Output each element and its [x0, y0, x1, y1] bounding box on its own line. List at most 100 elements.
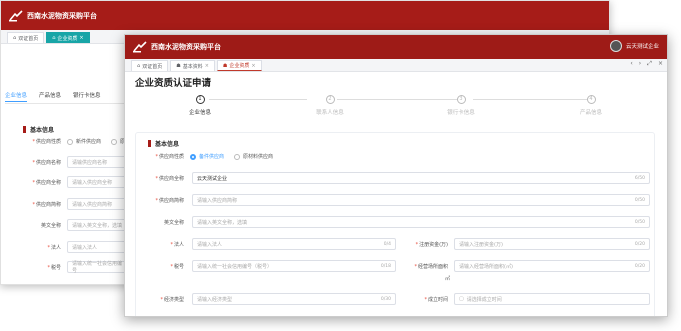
section-marker	[148, 140, 151, 147]
back-radio-spare[interactable]: 新件供应商	[67, 138, 101, 145]
field-label: *税号	[170, 263, 184, 270]
back-row-legal: *法人 请输入法人	[11, 241, 131, 253]
tab-label: 企业资质	[57, 35, 78, 42]
step-label: 联系人信息	[316, 110, 344, 116]
step-label: 企业信息	[188, 110, 211, 116]
front-tab-home[interactable]: ⌂ 双证首页	[131, 60, 169, 71]
char-count: 0/4	[383, 241, 391, 247]
placeholder: 请输供应商名称	[72, 159, 108, 166]
field-label: 英文全称	[163, 219, 184, 226]
back-subtab-bank[interactable]: 银行卡信息	[73, 91, 101, 102]
back-en-input[interactable]: 请输入英文全称，选填	[67, 219, 131, 231]
back-subtabs: 企业信息 产品信息 银行卡信息	[5, 91, 101, 102]
row-area: *经营场所面积 请输入经营场所面积(㎡) 0/20	[398, 260, 650, 272]
radio-label: 新件供应商	[76, 139, 102, 145]
step-contact: 2 联系人信息	[300, 95, 360, 116]
field-label: *法人	[47, 244, 61, 251]
close-icon[interactable]: ×	[79, 35, 83, 41]
step-indicator: 1 企业信息 2 联系人信息 3 银行卡信息 4 产品信息	[135, 95, 655, 121]
placeholder: 请输入供应商简称	[197, 197, 238, 204]
area-unit: ㎡	[445, 276, 451, 282]
back-subtab-company[interactable]: 企业信息	[5, 91, 28, 102]
close-icon[interactable]: ×	[205, 63, 209, 69]
field-label: *经营场所面积	[414, 263, 448, 270]
placeholder: 请输入法人	[197, 241, 223, 248]
back-section-title: 基本信息	[23, 125, 54, 134]
section-marker	[23, 126, 26, 133]
back-row-shortname: *供应商简称 请输入供应商简称	[11, 198, 131, 210]
back-radio-raw[interactable]: 原	[111, 138, 125, 145]
chevron-right-icon[interactable]: ›	[639, 60, 641, 68]
back-name-input[interactable]: 请输供应商名称	[67, 156, 131, 168]
back-legal-input[interactable]: 请输入法人	[67, 241, 131, 253]
placeholder: 请输入英文全称，选填	[197, 219, 248, 226]
back-tax-input[interactable]: 请输入统一社会信用编号	[67, 261, 131, 274]
back-shortname-input[interactable]: 请输入供应商简称	[67, 198, 131, 210]
placeholder: 请输入经营场所面积(㎡)	[459, 263, 513, 270]
field-label: *供应商性质	[32, 139, 61, 145]
char-count: 0/18	[380, 263, 391, 269]
section-label: 基本信息	[30, 127, 55, 134]
chevron-left-icon[interactable]: ‹	[630, 60, 632, 68]
step-product: 4 产品信息	[561, 95, 621, 116]
logo-icon	[133, 41, 147, 53]
placeholder: 请输入经济类型	[197, 296, 233, 303]
english-name-input[interactable]: 请输入英文全称，选填 0/50	[192, 216, 650, 228]
front-tab-qualification[interactable]: ☗ 企业资质 ×	[216, 60, 262, 71]
close-icon[interactable]: ×	[658, 60, 663, 68]
char-count: 0/20	[634, 241, 645, 247]
front-tab-basic[interactable]: ☗ 基本资料 ×	[170, 60, 215, 71]
back-row-en: 英文全称 请输入英文全称，选填	[11, 219, 131, 231]
area-input[interactable]: 请输入经营场所面积(㎡) 0/20	[454, 260, 650, 272]
field-label: *经济类型	[160, 296, 184, 303]
radio-icon	[67, 138, 73, 145]
row-found: *成立时间 ▢ 请选择成立时间	[398, 293, 650, 305]
section-label: 基本信息	[155, 141, 180, 148]
tab-label: 企业资质	[229, 63, 250, 69]
step-number: 4	[586, 95, 596, 104]
expand-icon[interactable]: ⤢	[647, 60, 652, 68]
row-econ: *经济类型 请输入经济类型 0/30	[140, 293, 396, 305]
front-brand: 西南水泥物资采购平台	[151, 43, 221, 51]
capital-input[interactable]: 请输入注册资金(万) 0/20	[454, 238, 650, 250]
back-fullname-input[interactable]: 请输入供应商全称	[67, 176, 131, 188]
back-row-tax: *税号 请输入统一社会信用编号	[11, 261, 131, 274]
field-label: *供应商全称	[155, 175, 184, 182]
placeholder: 请输入统一社会信用编号（税号）	[197, 263, 273, 270]
step-bank: 3 银行卡信息	[431, 95, 491, 116]
front-tabs-bar: ⌂ 双证首页 ☗ 基本资料 × ☗ 企业资质 × ‹ › ⤢ ×	[125, 59, 667, 72]
tax-number-input[interactable]: 请输入统一社会信用编号（税号） 0/18	[192, 260, 396, 272]
placeholder: 请输入英文全称，选填	[72, 222, 123, 229]
field-label: *成立时间	[424, 296, 448, 303]
close-icon[interactable]: ×	[251, 63, 255, 69]
divider	[5, 103, 125, 104]
home-icon: ⌂	[13, 35, 17, 41]
page-title: 企业资质认证申请	[135, 78, 212, 89]
full-name-input[interactable]: 云天测试企业 6/50	[192, 172, 650, 184]
field-label: *供应商性质	[155, 154, 184, 160]
short-name-input[interactable]: 请输入供应商简称 0/50	[192, 194, 650, 206]
radio-label: 备件供应商	[199, 154, 225, 160]
form-card: 基本信息 *供应商性质 备件供应商 原材料供应商 *供应商全称 云天测试企业 6/…	[135, 132, 655, 316]
back-subtab-product[interactable]: 产品信息	[39, 91, 61, 102]
radio-spare-supplier[interactable]: 备件供应商	[190, 153, 224, 160]
user-name: 云天测试企业	[625, 44, 659, 50]
economic-type-input[interactable]: 请输入经济类型 0/30	[192, 293, 396, 305]
back-tab-home[interactable]: ⌂ 双证首页	[7, 32, 45, 43]
user-icon: ☗	[176, 63, 181, 69]
step-company: 1 企业信息	[170, 95, 230, 116]
radio-raw-supplier[interactable]: 原材料供应商	[234, 153, 273, 160]
tab-label: 基本资料	[182, 63, 203, 70]
row-legal: *法人 请输入法人 0/4	[140, 238, 396, 250]
row-supplier-type: *供应商性质 备件供应商 原材料供应商	[140, 153, 283, 160]
user-menu[interactable]: 云天测试企业	[609, 40, 659, 52]
back-tab-qualification[interactable]: ⌂ 企业资质 ×	[46, 32, 90, 43]
legal-person-input[interactable]: 请输入法人 0/4	[192, 238, 396, 250]
char-count: 0/30	[380, 296, 391, 302]
row-tax: *税号 请输入统一社会信用编号（税号） 0/18	[140, 260, 396, 272]
placeholder: 请输入注册资金(万)	[459, 241, 503, 248]
found-date-picker[interactable]: ▢ 请选择成立时间	[454, 293, 650, 305]
back-row-name: *供应商名称 请输供应商名称	[11, 156, 131, 168]
row-english-name: 英文全称 请输入英文全称，选填 0/50	[140, 216, 650, 228]
back-row-fullname: *供应商全称 请输入供应商全称	[11, 176, 131, 188]
